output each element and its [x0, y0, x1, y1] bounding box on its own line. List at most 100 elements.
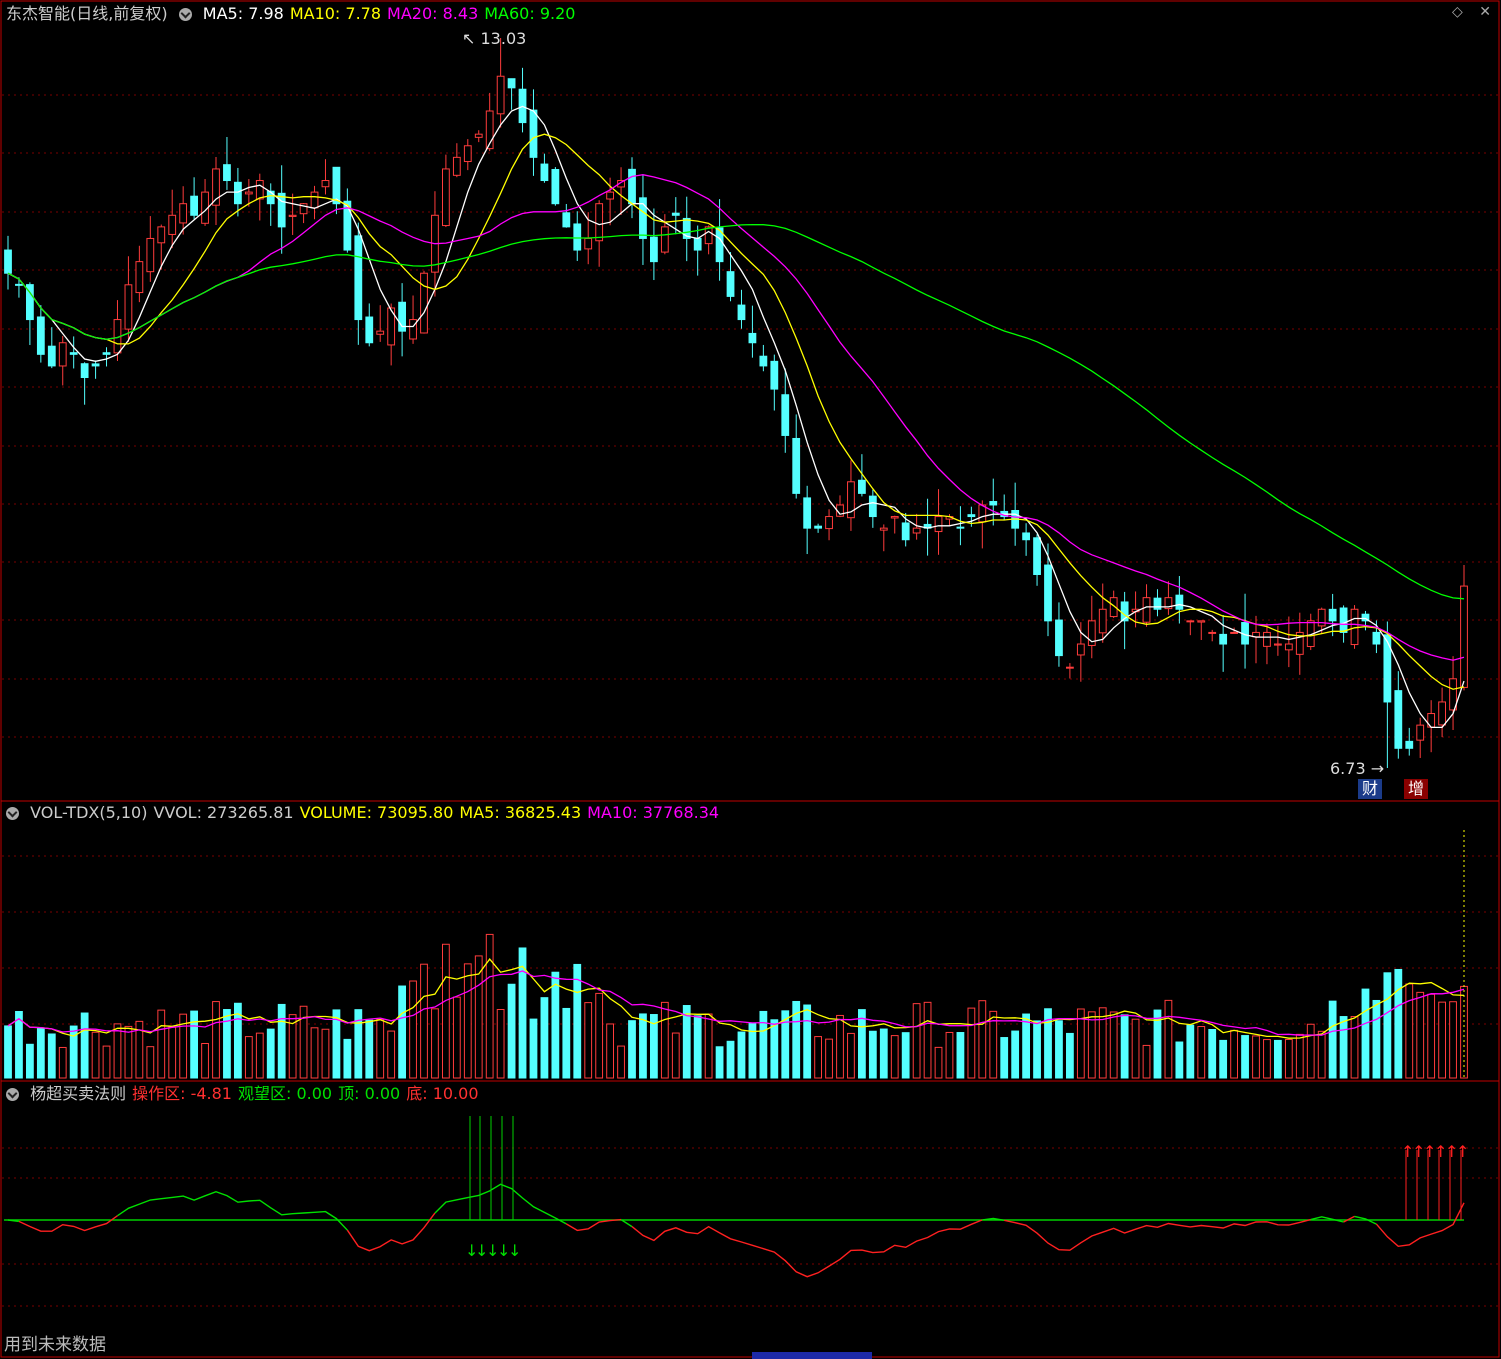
candle-body [529, 109, 538, 158]
volume-bar [409, 980, 417, 1079]
volume-bar [1416, 991, 1425, 1079]
volume-bar [36, 1028, 45, 1079]
volume-bar [901, 1032, 910, 1079]
label-1: VVOL: 273265.81 [153, 803, 294, 822]
volume-bar [803, 1004, 812, 1079]
candle-body [956, 526, 965, 529]
candle-body [168, 214, 177, 235]
volume-bar [1142, 1044, 1151, 1079]
candle-body [759, 355, 768, 367]
label-1: MA10: 7.78 [289, 4, 382, 23]
candle-body [223, 164, 231, 182]
volume-bar [639, 1013, 647, 1079]
volume-bar [890, 1035, 899, 1079]
candle-body [442, 168, 450, 227]
volume-bar [879, 1028, 888, 1079]
chart-stage[interactable]: ↓↓↓↓↓↑↑↑↑↑↑ [0, 0, 1501, 1359]
candle-body [69, 352, 78, 355]
candle-body [288, 214, 297, 217]
label-3: 顶: 0.00 [338, 1084, 401, 1103]
volume-bar [562, 1007, 571, 1079]
candle-body [1263, 631, 1271, 647]
candle-body [354, 235, 363, 321]
volume-bar [201, 1042, 209, 1079]
close-icon[interactable]: ✕ [1479, 4, 1491, 20]
candle-body [989, 501, 998, 506]
candle-body [814, 525, 822, 529]
volume-bar [15, 1011, 23, 1079]
candle-body [803, 497, 812, 529]
candle-body [1186, 620, 1195, 623]
ma5-line [7, 105, 1465, 729]
dropdown-icon[interactable] [6, 1088, 19, 1101]
volume-bar [1438, 1001, 1446, 1079]
candle-body [1219, 633, 1228, 645]
volume-bar [978, 1000, 987, 1079]
candle-body [1175, 594, 1184, 610]
candle-body [146, 237, 155, 273]
candle-body [332, 166, 341, 205]
diamond-icon[interactable]: ◇ [1452, 4, 1463, 20]
candle-body [58, 342, 67, 367]
volume-bar [102, 1045, 111, 1079]
ma60-line [7, 223, 1465, 600]
volume-bar [912, 1003, 921, 1079]
label-4: MA10: 37768.34 [587, 803, 720, 822]
candle-body [1284, 643, 1293, 651]
candle-body [737, 304, 746, 321]
candle-body [606, 191, 614, 200]
volume-bar [1383, 972, 1392, 1079]
candle-body [770, 360, 779, 390]
badge-zeng[interactable]: 增 [1404, 779, 1429, 799]
candle-body [1460, 585, 1468, 688]
dropdown-icon[interactable] [178, 8, 192, 21]
volume-bar [1087, 1011, 1096, 1079]
label-4: 底: 10.00 [406, 1084, 479, 1103]
volume-bar [1033, 1020, 1041, 1079]
indicator-labels: 杨超买卖法则 操作区: -4.81 观望区: 0.00 顶: 0.00 底: 10.00 [30, 1084, 484, 1103]
volume-bar [606, 1023, 614, 1079]
candle-body [15, 283, 23, 286]
operation-line [434, 1183, 567, 1225]
candle-body [1383, 634, 1392, 703]
badge-cai[interactable]: 财 [1358, 779, 1383, 799]
candle-body [507, 78, 516, 89]
candle-body [47, 345, 56, 367]
grid-lines [2, 94, 1499, 1307]
volume-bar [47, 1033, 56, 1079]
time-selector[interactable] [752, 1352, 872, 1359]
stock-name: 东杰智能 [6, 4, 71, 23]
candle-body [124, 284, 133, 330]
volume-bar [1339, 1016, 1348, 1079]
volume-bar [310, 1027, 319, 1079]
candle-body [1033, 537, 1041, 575]
candle-body [584, 237, 593, 250]
candle-body [1394, 690, 1403, 749]
volume-bar [485, 933, 494, 1079]
volume-bar [1175, 1041, 1184, 1079]
candle-body [595, 203, 604, 242]
candle-body [1438, 701, 1446, 726]
label-2: VOLUME: 73095.80 [299, 803, 454, 822]
candle-body [551, 168, 560, 205]
volume-bar [923, 1001, 932, 1079]
candle-body [693, 237, 702, 251]
volume-bar [1011, 1030, 1020, 1079]
low-price-value: 6.73 [1330, 759, 1366, 778]
dropdown-icon[interactable] [6, 807, 19, 820]
volume-bar [277, 1003, 286, 1079]
volume-bar [463, 963, 472, 1079]
volume-bar [1208, 1028, 1217, 1079]
volume-bar [956, 1032, 965, 1079]
volume-bar [1120, 1014, 1129, 1079]
candle-body [748, 332, 757, 344]
volume-bar [387, 1030, 396, 1079]
candle-body [967, 514, 976, 518]
volume-bar [858, 1009, 866, 1079]
candle-body [628, 168, 636, 205]
label-0: VOL-TDX(5,10) [30, 803, 148, 822]
candle-body [1405, 740, 1414, 749]
volume-bar [825, 1038, 833, 1079]
volume-bar [58, 1046, 67, 1079]
volume-bar [1000, 1037, 1009, 1079]
